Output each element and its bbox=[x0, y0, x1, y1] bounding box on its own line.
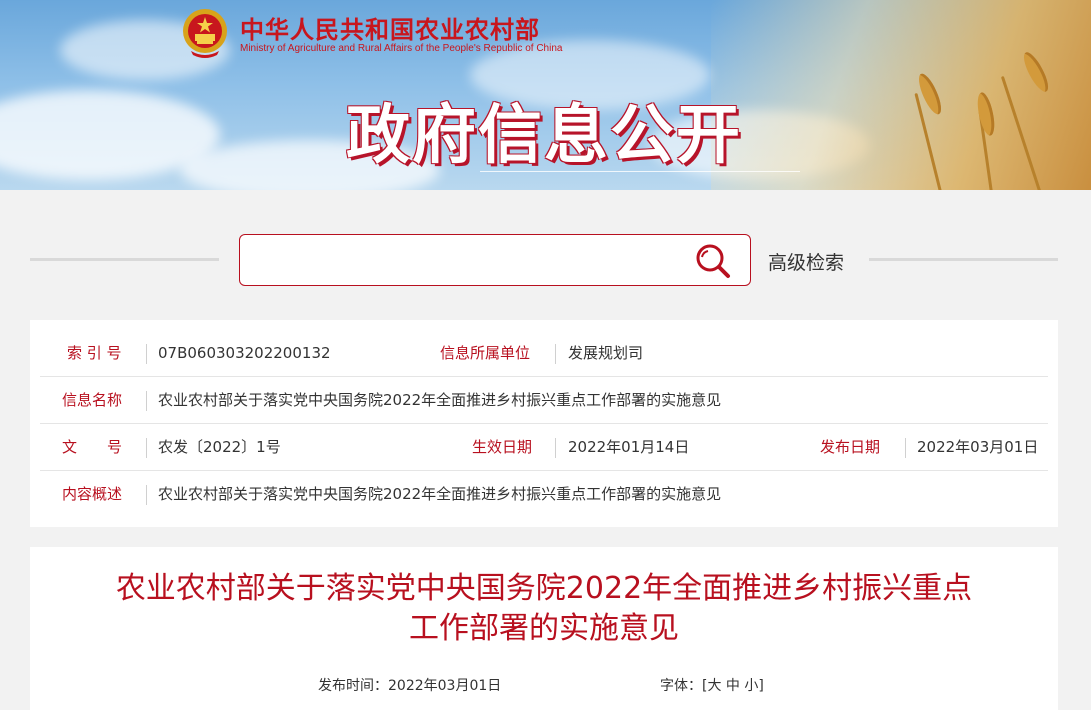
font-size-medium[interactable]: 中 bbox=[726, 678, 740, 694]
search-section: 高级检索 bbox=[0, 190, 1091, 320]
article-title: 农业农村部关于落实党中央国务院2022年全面推进乡村振兴重点 工作部署的实施意见 bbox=[70, 569, 1018, 649]
publish-time: 发布时间：2022年03月01日 bbox=[318, 678, 502, 694]
article-panel: 农业农村部关于落实党中央国务院2022年全面推进乡村振兴重点 工作部署的实施意见… bbox=[30, 547, 1058, 710]
header-banner: 中华人民共和国农业农村部 Ministry of Agriculture and… bbox=[0, 0, 1091, 190]
search-input[interactable] bbox=[254, 245, 674, 275]
wheat-field-decoration bbox=[711, 0, 1091, 190]
advanced-search-link[interactable]: 高级检索 bbox=[768, 248, 844, 275]
decorative-rule-right bbox=[869, 258, 1058, 261]
divider bbox=[555, 344, 556, 364]
publish-date-label: 发布日期 bbox=[820, 438, 881, 456]
doc-number-label: 文 号 bbox=[62, 438, 123, 456]
metadata-row: 信息名称 农业农村部关于落实党中央国务院2022年全面推进乡村振兴重点工作部署的… bbox=[40, 377, 1048, 424]
divider bbox=[146, 438, 147, 458]
font-size-label: 字体：[ bbox=[660, 678, 708, 694]
font-size-bracket: ] bbox=[758, 678, 764, 694]
unit-value: 发展规划司 bbox=[568, 344, 644, 362]
search-icon bbox=[696, 244, 730, 278]
metadata-row: 内容概述 农业农村部关于落实党中央国务院2022年全面推进乡村振兴重点工作部署的… bbox=[40, 471, 1048, 518]
metadata-row: 文 号 农发〔2022〕1号 生效日期 2022年01月14日 发布日期 202… bbox=[40, 424, 1048, 471]
unit-label: 信息所属单位 bbox=[440, 344, 531, 362]
summary-label: 内容概述 bbox=[62, 485, 123, 503]
decorative-rule-left bbox=[30, 258, 219, 261]
font-size-small[interactable]: 小 bbox=[744, 678, 758, 694]
doc-number-value: 农发〔2022〕1号 bbox=[158, 438, 281, 456]
search-button[interactable] bbox=[693, 242, 733, 280]
search-box bbox=[239, 234, 751, 286]
banner-title: 政府信息公开 bbox=[346, 99, 742, 173]
metadata-row: 索 引 号 07B060303202200132 信息所属单位 发展规划司 bbox=[40, 330, 1048, 377]
article-title-line: 工作部署的实施意见 bbox=[409, 611, 679, 646]
publish-date-value: 2022年03月01日 bbox=[917, 438, 1039, 456]
index-number-label: 索 引 号 bbox=[67, 344, 122, 362]
info-name-label: 信息名称 bbox=[62, 391, 123, 409]
divider bbox=[146, 344, 147, 364]
divider bbox=[555, 438, 556, 458]
document-metadata-table: 索 引 号 07B060303202200132 信息所属单位 发展规划司 信息… bbox=[30, 320, 1058, 527]
divider bbox=[146, 391, 147, 411]
national-emblem-icon bbox=[183, 9, 227, 58]
info-name-value: 农业农村部关于落实党中央国务院2022年全面推进乡村振兴重点工作部署的实施意见 bbox=[158, 391, 722, 409]
summary-value: 农业农村部关于落实党中央国务院2022年全面推进乡村振兴重点工作部署的实施意见 bbox=[158, 485, 722, 503]
index-number-value: 07B060303202200132 bbox=[158, 344, 331, 362]
article-title-line: 农业农村部关于落实党中央国务院2022年全面推进乡村振兴重点 bbox=[115, 571, 973, 606]
ministry-name-en: Ministry of Agriculture and Rural Affair… bbox=[240, 43, 563, 54]
banner-divider bbox=[480, 171, 800, 172]
ministry-name-cn: 中华人民共和国农业农村部 bbox=[240, 16, 540, 44]
effective-date-value: 2022年01月14日 bbox=[568, 438, 690, 456]
divider bbox=[905, 438, 906, 458]
effective-date-label: 生效日期 bbox=[472, 438, 533, 456]
divider bbox=[146, 485, 147, 505]
font-size-control: 字体：[大 中 小] bbox=[660, 675, 764, 695]
font-size-large[interactable]: 大 bbox=[707, 678, 721, 694]
